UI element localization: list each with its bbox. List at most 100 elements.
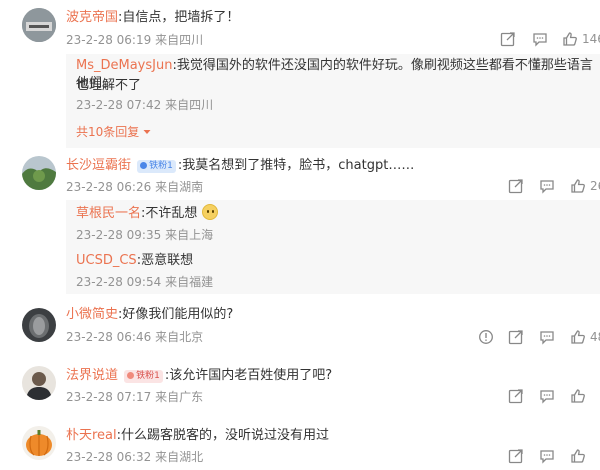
comment-button[interactable] xyxy=(539,447,555,465)
avatar-image-icon xyxy=(22,308,56,342)
share-icon xyxy=(508,389,523,404)
avatar-image-icon xyxy=(22,366,56,400)
username[interactable]: 法界说道 xyxy=(66,368,118,383)
comment-button[interactable] xyxy=(539,387,555,405)
avatar[interactable] xyxy=(22,366,56,400)
location: 来自北京 xyxy=(155,330,204,344)
like-count: 26 xyxy=(590,179,600,193)
reply-timestamp: 23-2-28 09:54 xyxy=(76,275,162,289)
comment-icon xyxy=(540,390,554,404)
fan-badge: 铁粉1 xyxy=(137,160,176,173)
comment-actions xyxy=(478,447,600,467)
share-button[interactable] xyxy=(500,30,516,48)
share-icon xyxy=(508,449,523,464)
comment-icon xyxy=(533,33,547,47)
reply-meta: 23-2-28 09:54 来自福建 xyxy=(76,274,213,290)
comment-meta: 23-2-28 07:17 来自广东 xyxy=(66,389,203,405)
reply-location: 来自上海 xyxy=(165,228,214,242)
reply-text-line2: 他们。 xyxy=(76,76,116,91)
share-icon xyxy=(508,179,523,194)
reply-body-continuation: 他们。 xyxy=(76,74,115,94)
reply-username[interactable]: Ms_DeMaysJun xyxy=(76,58,172,73)
comment-item: 小微简史:好像我们能用似的? 23-2-28 06:46 来自北京 48 xyxy=(0,300,600,358)
comment-button[interactable] xyxy=(539,328,555,346)
more-replies-label: 共10条回复 xyxy=(76,125,140,139)
reply-username[interactable]: UCSD_CS xyxy=(76,253,137,268)
comment-meta: 23-2-28 06:46 来自北京 xyxy=(66,329,203,345)
username[interactable]: 朴天real xyxy=(66,428,117,443)
reply-body: Ms_DeMaysJun:我觉得国外的软件还没国内的软件好玩。像刷视频这些都看不… xyxy=(76,56,600,96)
share-button[interactable] xyxy=(508,328,524,346)
comment-body: 小微简史:好像我们能用似的? xyxy=(66,306,233,324)
comment-actions: 48 xyxy=(478,328,600,348)
like-button[interactable]: 146 xyxy=(562,30,600,48)
reply-box: Ms_DeMaysJun:我觉得国外的软件还没国内的软件好玩。像刷视频这些都看不… xyxy=(66,54,600,148)
avatar-image-icon xyxy=(22,426,56,460)
like-button[interactable]: 26 xyxy=(570,177,600,195)
fan-badge-label: 铁粉1 xyxy=(149,161,173,171)
reply-body: UCSD_CS:恶意联想 xyxy=(76,251,193,271)
comment-button[interactable] xyxy=(539,177,555,195)
like-button[interactable] xyxy=(570,447,590,465)
comment-item: 长沙逗霸街 铁粉1 :我莫名想到了推特，脸书，chatgpt…… 23-2-28 … xyxy=(0,150,600,298)
comment-text: :我莫名想到了推特，脸书，chatgpt…… xyxy=(177,158,415,173)
like-icon xyxy=(571,449,585,463)
share-button[interactable] xyxy=(508,447,524,465)
timestamp: 23-2-28 06:46 xyxy=(66,330,152,344)
reply-username[interactable]: 草根民一名 xyxy=(76,206,141,221)
comment-text: :自信点，把墙拆了！ xyxy=(118,10,240,25)
reply-body: 草根民一名:不许乱想 xyxy=(76,204,218,224)
fan-badge-label: 铁粉1 xyxy=(136,371,160,381)
reply-timestamp: 23-2-28 07:42 xyxy=(76,98,162,112)
reply-meta: 23-2-28 09:35 来自上海 xyxy=(76,227,213,243)
report-button[interactable] xyxy=(478,328,494,346)
comment-meta: 23-2-28 06:26 来自湖南 xyxy=(66,179,203,195)
comment-button[interactable] xyxy=(532,30,548,48)
comment-icon xyxy=(540,180,554,194)
reply-timestamp: 23-2-28 09:35 xyxy=(76,228,162,242)
like-count: 48 xyxy=(590,330,600,344)
comment-actions: 26 xyxy=(478,177,600,197)
comment-meta: 23-2-28 06:32 来自湖北 xyxy=(66,449,203,465)
comment-item: 法界说道 铁粉1 :该允许国内老百姓使用了吧? 23-2-28 07:17 来自广… xyxy=(0,362,600,418)
reply-box: 草根民一名:不许乱想 23-2-28 09:35 来自上海 UCSD_CS:恶意… xyxy=(66,200,600,294)
comment-actions: 146 xyxy=(478,30,600,50)
comment-text: :该允许国内老百姓使用了吧? xyxy=(164,368,333,383)
location: 来自四川 xyxy=(155,33,204,47)
avatar[interactable] xyxy=(22,156,56,190)
location: 来自广东 xyxy=(155,390,204,404)
more-replies-link[interactable]: 共10条回复 xyxy=(76,124,151,140)
like-button[interactable]: 48 xyxy=(570,328,600,346)
username[interactable]: 长沙逗霸街 xyxy=(66,158,131,173)
fan-badge-icon xyxy=(140,162,148,169)
like-icon xyxy=(571,179,585,193)
like-count: 146 xyxy=(582,32,600,46)
timestamp: 23-2-28 07:17 xyxy=(66,390,152,404)
share-icon xyxy=(508,330,523,345)
like-button[interactable] xyxy=(570,387,590,405)
timestamp: 23-2-28 06:26 xyxy=(66,180,152,194)
comment-body: 法界说道 铁粉1 :该允许国内老百姓使用了吧? xyxy=(66,367,332,385)
like-icon xyxy=(563,32,577,46)
avatar[interactable] xyxy=(22,308,56,342)
avatar[interactable] xyxy=(22,8,56,42)
timestamp: 23-2-28 06:19 xyxy=(66,33,152,47)
timestamp: 23-2-28 06:32 xyxy=(66,450,152,464)
comment-icon xyxy=(540,450,554,464)
reply-location: 来自福建 xyxy=(165,275,214,289)
report-icon xyxy=(479,330,493,344)
comment-item: 波克帝国:自信点，把墙拆了！ 23-2-28 06:19 来自四川 146 Ms… xyxy=(0,0,600,150)
share-icon xyxy=(500,32,515,47)
like-icon xyxy=(571,389,585,403)
avatar[interactable] xyxy=(22,426,56,460)
smile-emoji-icon xyxy=(201,204,218,220)
username[interactable]: 波克帝国 xyxy=(66,10,118,25)
like-icon xyxy=(571,330,585,344)
username[interactable]: 小微简史 xyxy=(66,307,118,322)
share-button[interactable] xyxy=(508,387,524,405)
comment-item: 朴天real:什么踢客脱客的，没听说过没有用过 23-2-28 06:32 来自… xyxy=(0,422,600,470)
fan-badge: 铁粉1 xyxy=(124,370,163,383)
avatar-image-icon xyxy=(22,156,56,190)
comment-text: :好像我们能用似的? xyxy=(118,307,234,322)
share-button[interactable] xyxy=(508,177,524,195)
